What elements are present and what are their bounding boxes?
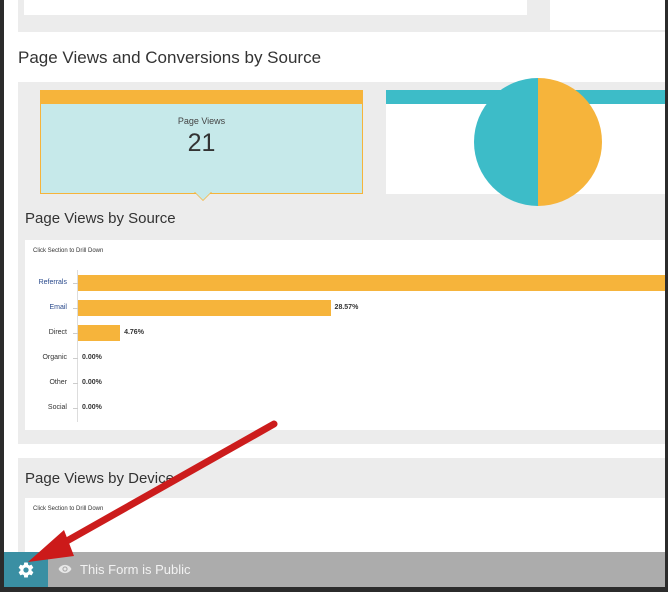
window-frame (0, 587, 668, 592)
axis-tick (73, 383, 78, 384)
data-label: 0.00% (82, 354, 102, 361)
kpi-label: Page Views (177, 116, 226, 126)
section-title: Page Views and Conversions by Source (18, 48, 322, 67)
category-label[interactable]: Referrals (25, 275, 67, 291)
category-label[interactable]: Direct (25, 325, 67, 341)
data-label: 28.57% (334, 304, 359, 311)
page-views-kpi-card[interactable]: Page Views 21 (40, 90, 363, 194)
category-label[interactable]: Email (25, 300, 67, 316)
bar[interactable] (78, 275, 668, 291)
device-pie-chart[interactable] (474, 78, 602, 206)
axis-tick (73, 408, 78, 409)
previous-section-area (18, 0, 668, 32)
chart-row[interactable]: Direct 4.76% (25, 325, 668, 341)
drill-down-hint: Click Section to Drill Down (33, 506, 104, 512)
pie-slice[interactable] (474, 78, 538, 206)
source-bar-chart: Click Section to Drill Down Referrals Ema… (25, 240, 668, 430)
data-label: 0.00% (82, 379, 102, 386)
eye-icon (58, 564, 72, 574)
category-label[interactable]: Other (25, 375, 67, 391)
kpi-value: 21 (187, 129, 216, 157)
pie-slice[interactable] (538, 78, 602, 206)
form-status-bar: This Form is Public (4, 552, 668, 587)
dashboard-viewport: Page Views and Conversions by Source Pag… (4, 0, 668, 592)
public-status-label: This Form is Public (80, 562, 191, 577)
data-label: 0.00% (82, 404, 102, 411)
settings-button[interactable] (4, 552, 48, 587)
previous-card (24, 0, 527, 15)
data-label: 4.76% (124, 329, 144, 336)
chart-row[interactable]: Social 0.00% (25, 400, 668, 416)
category-label[interactable]: Social (25, 400, 67, 416)
bar[interactable] (78, 300, 331, 316)
device-chart-title: Page Views by Device (25, 470, 174, 487)
previous-card (550, 0, 668, 30)
kpi-color-bar (40, 90, 363, 104)
chart-row[interactable]: Other 0.00% (25, 375, 668, 391)
gear-icon (18, 562, 34, 578)
selected-pointer-fill (195, 192, 211, 200)
bar[interactable] (78, 325, 121, 341)
drill-down-hint: Click Section to Drill Down (33, 248, 104, 254)
category-label[interactable]: Organic (25, 350, 67, 366)
chart-row[interactable]: Email 28.57% (25, 300, 668, 316)
chart-row[interactable]: Organic 0.00% (25, 350, 668, 366)
chart-title: Page Views by Source (25, 210, 176, 227)
chart-row[interactable]: Referrals (25, 275, 668, 291)
axis-tick (73, 358, 78, 359)
